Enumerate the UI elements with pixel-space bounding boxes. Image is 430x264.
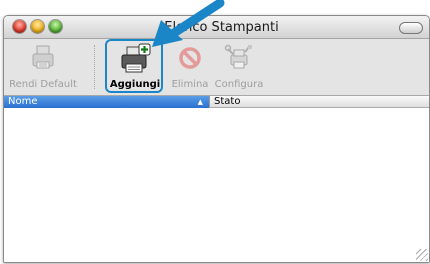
configure-printer-label: Configura bbox=[214, 79, 264, 90]
column-header-status[interactable]: Stato bbox=[209, 96, 429, 108]
column-header-status-label: Stato bbox=[214, 96, 241, 107]
printer-table: Nome ▲ Stato bbox=[4, 96, 429, 262]
toolbar-toggle-button[interactable] bbox=[399, 22, 423, 34]
toolbar-separator bbox=[94, 45, 95, 89]
printer-default-icon bbox=[29, 43, 57, 77]
table-body[interactable] bbox=[4, 108, 429, 262]
column-header-name-label: Nome bbox=[8, 96, 38, 107]
column-header-name[interactable]: Nome ▲ bbox=[4, 96, 209, 108]
sort-ascending-icon: ▲ bbox=[197, 98, 203, 106]
make-default-label: Rendi Default bbox=[9, 79, 77, 90]
resize-grip[interactable] bbox=[416, 249, 428, 261]
printer-list-window: Elenco Stampanti Rendi Default Aggiungi … bbox=[3, 15, 430, 263]
table-header: Nome ▲ Stato bbox=[4, 96, 429, 108]
make-default-button[interactable]: Rendi Default bbox=[8, 39, 78, 95]
callout-arrow-icon bbox=[152, 0, 225, 47]
